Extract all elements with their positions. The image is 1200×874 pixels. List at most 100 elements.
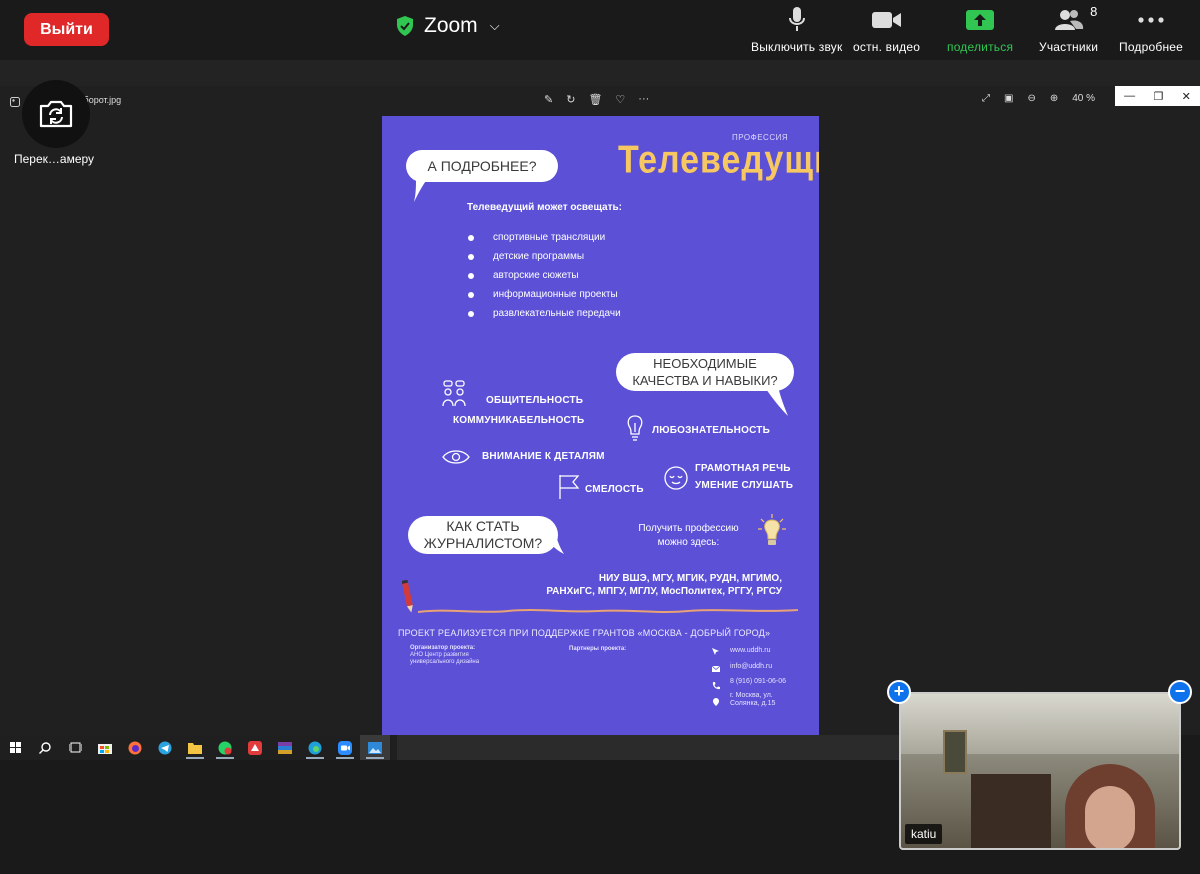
archive-icon: [278, 741, 292, 754]
people-talking-icon: [442, 380, 466, 407]
share-screen-button[interactable]: поделиться: [947, 6, 1013, 54]
taskbar-file-explorer[interactable]: [180, 735, 210, 760]
address-line1: г. Москва, ул.: [730, 692, 773, 699]
get-profession-line1: Получить профессию: [638, 523, 739, 534]
mute-label: Выключить звук: [751, 40, 843, 54]
eye-icon: [442, 450, 470, 464]
minimize-icon[interactable]: —: [1124, 90, 1135, 102]
poster-image: ПРОФЕССИЯ Телеведущий А ПОДРОБНЕЕ? Телев…: [382, 116, 819, 735]
close-icon[interactable]: ✕: [1182, 90, 1191, 103]
rotate-icon[interactable]: ↻: [566, 93, 575, 106]
organizer-block: Организатор проекта: АНО Центр развития …: [410, 645, 520, 666]
organizer-line1: АНО Центр развития: [410, 652, 469, 658]
skill-attention: ВНИМАНИЕ К ДЕТАЛЯМ: [482, 451, 605, 462]
windows-logo-icon: [9, 742, 21, 753]
get-profession-text: Получить профессию можно здесь:: [632, 522, 745, 550]
flag-icon: [559, 475, 580, 499]
video-camera-icon: [871, 6, 902, 34]
skill-listening: УМЕНИЕ СЛУШАТЬ: [695, 480, 794, 491]
more-dots-icon: [1138, 6, 1164, 34]
zoom-out-icon[interactable]: ⊖: [1027, 93, 1035, 104]
task-view-button[interactable]: [60, 735, 90, 760]
more-dots-icon[interactable]: ···: [638, 93, 649, 106]
zoom-top-bar: Выйти Zoom ⌵ Выключить звук остн. видео …: [0, 0, 1200, 60]
grant-notice: ПРОЕКТ РЕАЛИЗУЕТСЯ ПРИ ПОДДЕРЖКЕ ГРАНТОВ…: [398, 628, 771, 638]
universities-line2: РАНХиГС, МПГУ, МГЛУ, МосПолитех, РГГУ, Р…: [546, 586, 782, 597]
toolbar-divider: [0, 60, 1200, 86]
share-arrow-icon: [966, 6, 995, 34]
taskbar-search[interactable]: [30, 735, 60, 760]
stop-video-label: остн. видео: [853, 40, 921, 54]
meeting-title-dropdown[interactable]: Zoom ⌵: [396, 12, 500, 40]
cursor-icon: [712, 648, 719, 655]
more-label: Подробнее: [1119, 40, 1184, 54]
participant-face: [1085, 786, 1135, 848]
camera-switch-icon: [39, 100, 73, 128]
taskbar-app-red[interactable]: [240, 735, 270, 760]
taskbar-telegram[interactable]: [150, 735, 180, 760]
phone-icon: [712, 682, 720, 690]
store-icon: [98, 744, 112, 754]
minimize-video-button[interactable]: −: [1168, 680, 1192, 704]
taskbar-photos[interactable]: [360, 735, 390, 760]
chevron-down-icon: ⌵: [489, 18, 500, 33]
meeting-title: Zoom: [424, 14, 478, 37]
skill-speech: ГРАМОТНАЯ РЕЧЬ: [695, 463, 791, 474]
website-text: www.uddh.ru: [730, 647, 771, 654]
wall-picture: [943, 730, 967, 774]
universities-line1: НИУ ВШЭ, МГУ, МГИК, РУДН, МГИМО,: [598, 573, 782, 584]
taskbar-winrar[interactable]: [270, 735, 300, 760]
address-block: г. Москва, ул. Солянка, д.15: [730, 692, 775, 708]
edge-icon: [308, 741, 322, 754]
stop-video-button[interactable]: остн. видео: [853, 6, 920, 54]
can-cover-heading: Телеведущий может освещать:: [467, 202, 622, 213]
folder-icon: [188, 742, 202, 754]
telegram-icon: [158, 741, 172, 754]
universities-list: НИУ ВШЭ, МГУ, МГИК, РУДН, МГИМО, РАНХиГС…: [502, 572, 782, 598]
email-text: info@uddh.ru: [730, 663, 773, 670]
partners-label: Партнеры проекта:: [569, 646, 627, 652]
microphone-icon: [788, 6, 806, 34]
firefox-icon: [128, 741, 142, 754]
delete-icon[interactable]: 🗑: [588, 93, 602, 106]
list-item: детские программы: [468, 251, 621, 270]
taskbar-microsoft-store[interactable]: [90, 735, 120, 760]
zoom-in-icon[interactable]: ⊕: [1050, 93, 1058, 104]
video-background-shelf: [971, 774, 1051, 848]
switch-camera-button[interactable]: [22, 80, 90, 148]
bubble-tail-icon: [414, 178, 428, 202]
bubble-more-text: А ПОДРОБНЕЕ?: [427, 157, 537, 174]
photos-app-icon: [10, 94, 20, 112]
whatsapp-icon: [218, 741, 232, 754]
fullscreen-icon[interactable]: ⤢: [982, 93, 990, 104]
edit-icon[interactable]: ✎: [544, 93, 553, 106]
photos-icon: [368, 741, 382, 754]
participant-name: katiu: [905, 824, 943, 844]
glowing-lightbulb-icon: [758, 514, 786, 545]
taskbar-whatsapp[interactable]: [210, 735, 240, 760]
location-pin-icon: [713, 698, 719, 706]
participants-button[interactable]: 8 Участники: [1039, 4, 1098, 54]
photo-viewer-toolbar: ий оборот.jpg ✎ ↻ 🗑 ♡ ··· ⤢ ▣ ⊖ ⊕ 40 % —…: [0, 86, 1200, 114]
mute-button[interactable]: Выключить звук: [751, 6, 842, 54]
more-button[interactable]: Подробнее: [1119, 6, 1183, 54]
expand-video-button[interactable]: +: [887, 680, 911, 704]
actual-size-icon[interactable]: ▣: [1004, 93, 1013, 104]
zoom-level: 40 %: [1072, 93, 1096, 104]
shield-check-icon: [397, 16, 413, 36]
taskbar-edge[interactable]: [300, 735, 330, 760]
minus-icon: −: [1174, 681, 1186, 701]
taskbar-zoom[interactable]: [330, 735, 360, 760]
organizer-label: Организатор проекта:: [410, 645, 476, 651]
bubble-tail-icon: [544, 536, 564, 554]
bubble-tail-icon: [764, 386, 788, 416]
taskbar-empty-area: [397, 735, 900, 760]
poster-title: Телеведущий: [618, 138, 819, 182]
start-button[interactable]: [0, 735, 30, 760]
task-view-icon: [68, 742, 82, 753]
restore-icon[interactable]: ❐: [1153, 90, 1163, 103]
favorite-heart-icon[interactable]: ♡: [615, 93, 625, 106]
leave-meeting-button[interactable]: Выйти: [24, 13, 109, 46]
participant-video-tile[interactable]: katiu: [899, 692, 1181, 850]
taskbar-firefox[interactable]: [120, 735, 150, 760]
